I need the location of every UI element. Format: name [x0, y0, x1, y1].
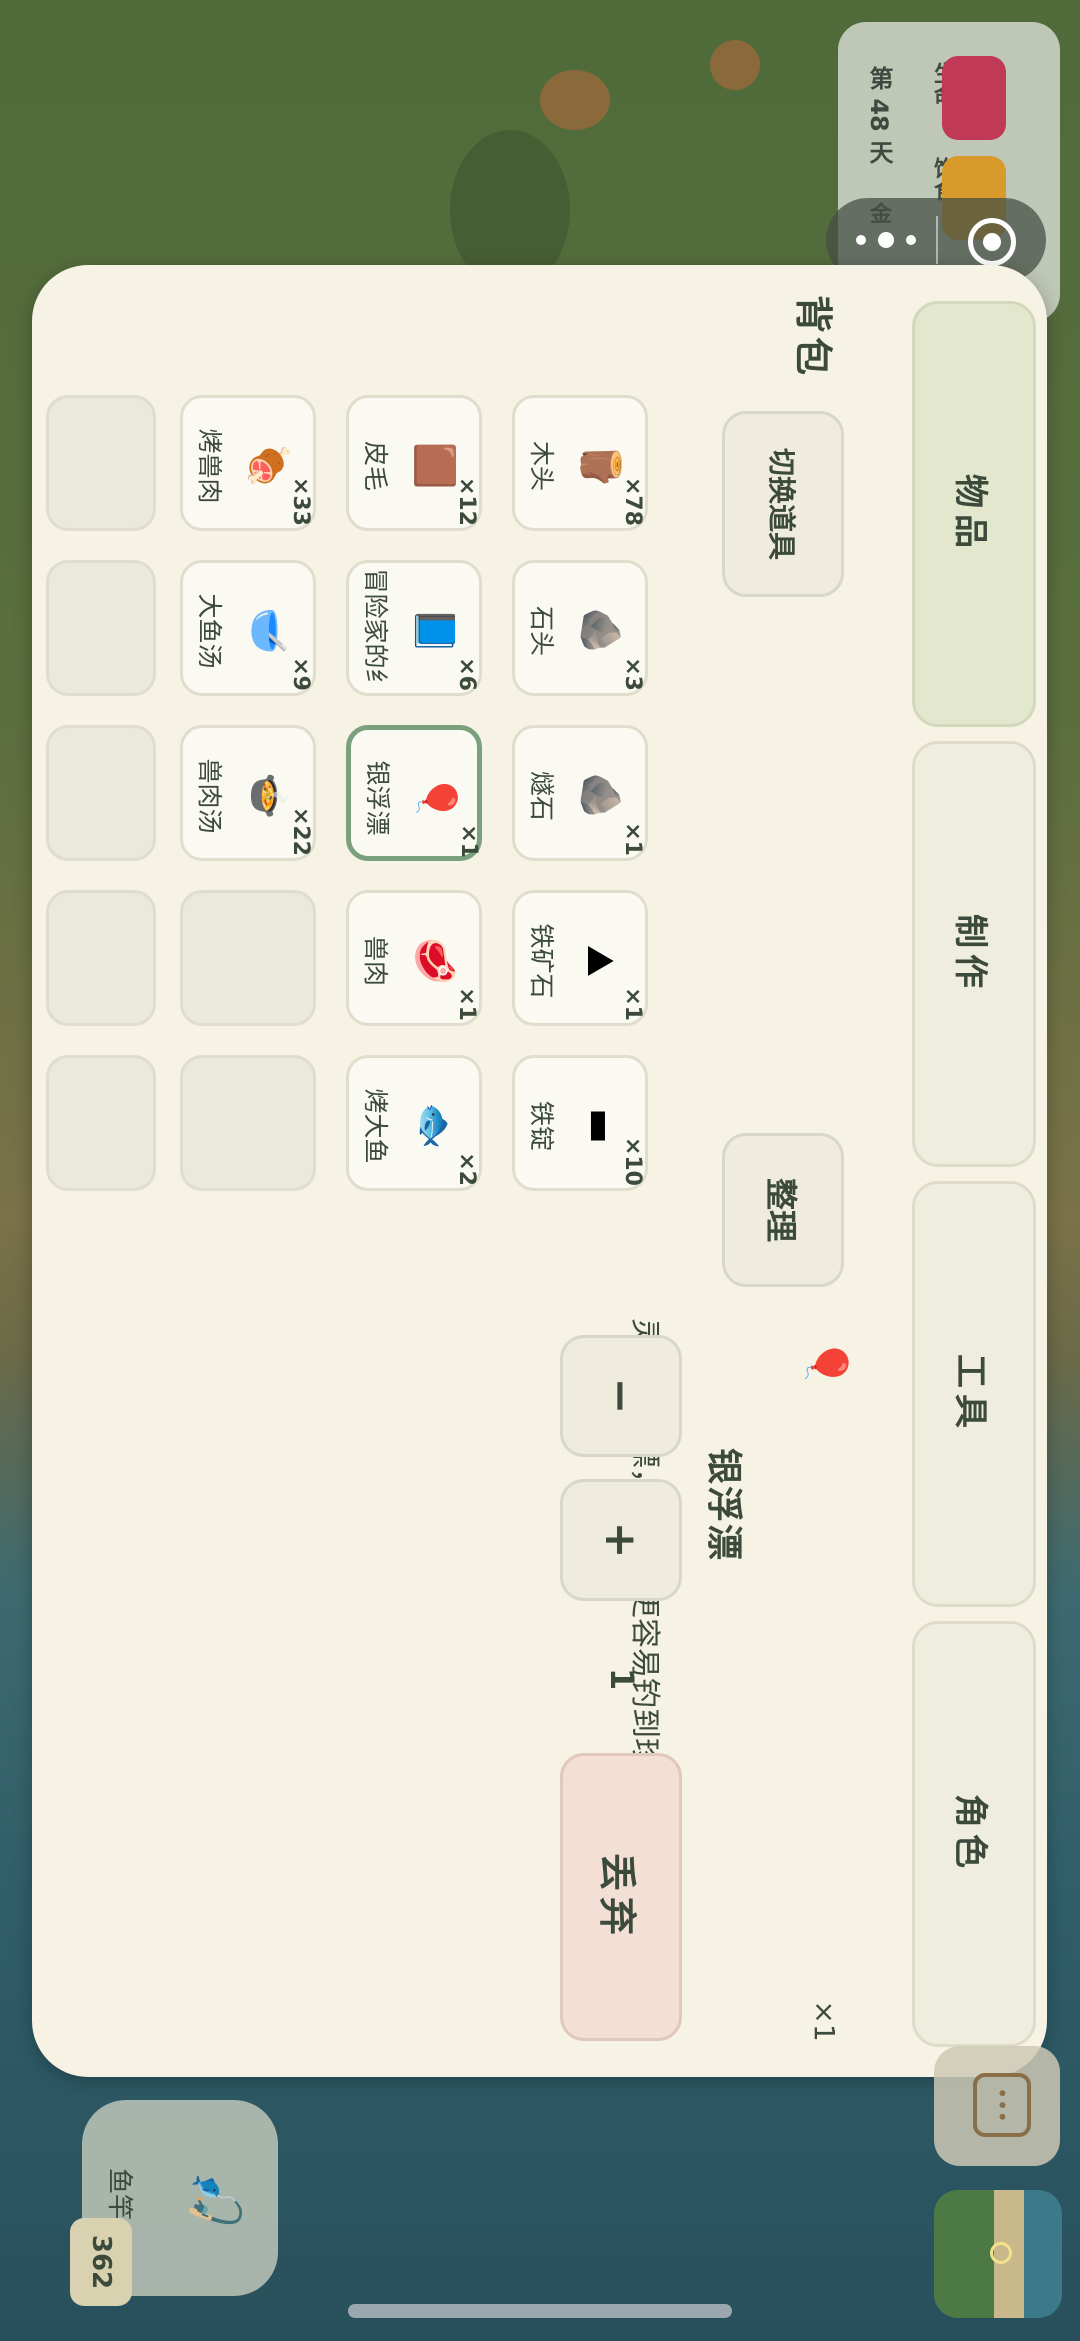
switch-tools-label: 切换道具	[765, 447, 798, 560]
sort-button[interactable]: 整理	[722, 1133, 844, 1287]
slot-name: 皮毛	[361, 440, 390, 491]
home-indicator[interactable]	[348, 2304, 732, 2318]
slot-count: ×1	[620, 987, 645, 1021]
inventory-slot[interactable]: 🍲 ×22 兽肉汤	[180, 725, 316, 861]
slot-count: ×10	[620, 1136, 645, 1186]
slot-count: ×1	[456, 824, 481, 858]
slot-count: ×3	[620, 657, 645, 691]
capsule-divider	[936, 216, 938, 264]
minimap-land	[934, 2190, 994, 2318]
tab-character[interactable]: 角色	[912, 1621, 1036, 2047]
slot-name: 烤兽肉	[195, 428, 224, 504]
inventory-slot-empty[interactable]	[46, 560, 156, 696]
fishing-rod-durability: 362	[70, 2218, 132, 2306]
slot-name: 烤大鱼	[361, 1088, 390, 1164]
discard-button[interactable]: 丢弃	[560, 1753, 682, 2041]
discard-label: 丢弃	[595, 1852, 640, 1941]
inventory-slot[interactable]: ⛰ ×1 铁矿石	[512, 890, 648, 1026]
tab-character-label: 角色	[950, 1794, 991, 1874]
tab-items[interactable]: 物品	[912, 301, 1036, 727]
inventory-slot[interactable]: ▬ ×10 铁锭	[512, 1055, 648, 1191]
detail-owned-count: ×1	[808, 2000, 842, 2042]
book-icon: 📘	[413, 607, 458, 655]
slot-count: ×6	[454, 657, 479, 691]
slot-name: 兽肉	[361, 935, 390, 986]
day-label: 第 48 天	[865, 66, 893, 165]
decrease-label: −	[595, 1377, 647, 1415]
inventory-slot[interactable]: 🥣 ×9 大鱼汤	[180, 560, 316, 696]
detail-item-name: 银浮漂	[703, 1447, 744, 1562]
panel-title: 背包	[791, 294, 836, 379]
tree-stump	[540, 70, 610, 130]
more-icon[interactable]	[856, 230, 916, 250]
inventory-slot[interactable]: 🥩 ×1 兽肉	[346, 890, 482, 1026]
slot-count: ×33	[288, 476, 313, 526]
sort-label: 整理	[762, 1177, 800, 1242]
inventory-slot[interactable]: 🟫 ×12 皮毛	[346, 395, 482, 531]
inventory-slot-empty[interactable]	[46, 1055, 156, 1191]
tab-crafting-label: 制作	[950, 914, 991, 994]
inventory-slot[interactable]: 🪨 ×3 石头	[512, 560, 648, 696]
slot-name: 兽肉汤	[195, 758, 224, 834]
meat-icon: 🥩	[413, 937, 458, 985]
tab-items-label: 物品	[950, 474, 991, 554]
slot-count: ×1	[620, 822, 645, 856]
close-icon[interactable]	[968, 218, 1016, 266]
increase-label: +	[595, 1521, 647, 1559]
player-marker-icon	[990, 2242, 1012, 2264]
inventory-slot[interactable]: 🍖 ×33 烤兽肉	[180, 395, 316, 531]
slot-name: 铁矿石	[527, 923, 556, 999]
fish-soup-icon: 🥣	[247, 607, 292, 655]
slot-count: ×22	[288, 806, 313, 856]
tree-stump	[710, 40, 760, 90]
slot-name: 燧石	[527, 770, 556, 821]
tab-tools-label: 工具	[950, 1354, 991, 1434]
detail-item-icon: 🎈	[803, 1338, 850, 1388]
tab-crafting[interactable]: 制作	[912, 741, 1036, 1167]
decrease-button[interactable]: −	[560, 1335, 682, 1457]
inventory-slot[interactable]: 🐟 ×2 烤大鱼	[346, 1055, 482, 1191]
life-bar	[942, 56, 1006, 140]
flint-icon: 🪨	[579, 772, 624, 820]
tab-tools[interactable]: 工具	[912, 1181, 1036, 1607]
inventory-slot-empty[interactable]	[46, 395, 156, 531]
stone-icon: 🪨	[579, 607, 624, 655]
inventory-slot[interactable]: 🪨 ×1 燧石	[512, 725, 648, 861]
slot-name: 铁锭	[527, 1100, 556, 1151]
inventory-slot[interactable]: 🎈 ×1 银浮漂	[346, 725, 482, 861]
chat-icon: •••	[973, 2073, 1031, 2137]
slot-name: 石头	[527, 605, 556, 656]
inventory-slot[interactable]: 📘 ×6 冒险家的纟	[346, 560, 482, 696]
inventory-slot-empty[interactable]	[180, 1055, 316, 1191]
inventory-slot-empty[interactable]	[46, 725, 156, 861]
minimap[interactable]	[934, 2190, 1062, 2318]
slot-count: ×78	[620, 476, 645, 526]
slot-count: ×9	[288, 657, 313, 691]
iron-ore-icon: ⛰	[579, 945, 624, 977]
fishing-rod-durability-value: 362	[86, 2234, 116, 2290]
fishing-rod-icon: 🎣	[187, 2170, 244, 2230]
slot-name: 大鱼汤	[195, 593, 224, 669]
increase-button[interactable]: +	[560, 1479, 682, 1601]
slot-count: ×12	[454, 476, 479, 526]
inventory-slot-empty[interactable]	[46, 890, 156, 1026]
grilled-fish-icon: 🐟	[413, 1102, 458, 1150]
inventory-slot[interactable]: 🪵 ×78 木头	[512, 395, 648, 531]
slot-name: 木头	[527, 440, 556, 491]
chat-button[interactable]: •••	[934, 2046, 1060, 2166]
inventory-panel: 背包 物品 制作 工具 角色 切换道具 整理 🪵 ×78 木头 🪨 ×3 石头 🪨 ×1 燧石 ⛰…	[32, 265, 1047, 2077]
slot-count: ×1	[454, 987, 479, 1021]
inventory-slot-empty[interactable]	[180, 890, 316, 1026]
quantity-value: 1	[603, 1667, 641, 1691]
slot-count: ×2	[454, 1152, 479, 1186]
slot-name: 银浮漂	[363, 760, 392, 836]
slot-name: 冒险家的纟	[361, 568, 390, 694]
switch-tools-button[interactable]: 切换道具	[722, 411, 844, 597]
float-icon: 🎈	[415, 774, 460, 822]
